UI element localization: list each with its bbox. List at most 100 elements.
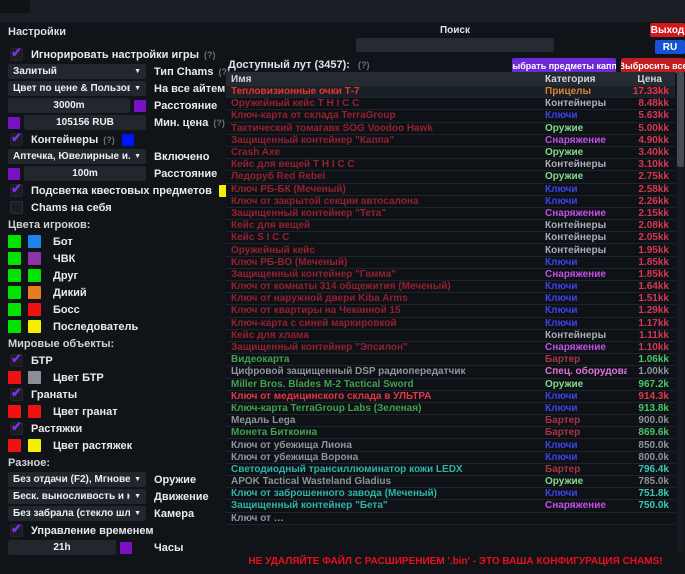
grenades-checkbox[interactable]	[10, 388, 23, 401]
drop-all-button[interactable]: Выбросить все	[621, 58, 685, 73]
table-row[interactable]: Монета БиткоинаБартер869.6k	[226, 427, 675, 439]
player-visible-color-swatch[interactable]	[8, 320, 21, 333]
search-input[interactable]	[356, 38, 554, 52]
containers-checkbox[interactable]	[10, 133, 23, 146]
scrollbar-thumb[interactable]	[677, 72, 684, 167]
ignore-game-settings-checkbox[interactable]	[10, 48, 23, 61]
table-scrollbar[interactable]	[677, 72, 684, 553]
table-row[interactable]: Ключ от …	[226, 513, 675, 525]
player-hidden-color-swatch[interactable]	[28, 320, 41, 333]
table-row[interactable]: Кейс для вещей T H I C CКонтейнеры3.10kk	[226, 159, 675, 171]
table-row[interactable]: Ключ от комнаты 314 общежития (Меченый)К…	[226, 281, 675, 293]
weapon-dropdown[interactable]: Без отдачи (F2), Мгновенное п	[8, 472, 146, 487]
btr-color-swatch-1[interactable]	[8, 371, 21, 384]
player-hidden-color-swatch[interactable]	[28, 269, 41, 282]
color-mode-dropdown[interactable]: Цвет по цене & Пользователь	[8, 81, 146, 96]
table-row[interactable]: Кейс S I C CКонтейнеры2.05kk	[226, 232, 675, 244]
distance-input[interactable]	[8, 98, 130, 113]
loot-filter-dropdown[interactable]: Аптечка, Ювелирные и...	[8, 149, 146, 164]
player-visible-color-swatch[interactable]	[8, 235, 21, 248]
distance-color-swatch[interactable]	[134, 100, 146, 112]
time-control-row: Управление временем	[8, 522, 234, 539]
table-row[interactable]: Защищенный контейнер "Гамма"Снаряжение1.…	[226, 269, 675, 281]
player-hidden-color-swatch[interactable]	[28, 286, 41, 299]
player-visible-color-swatch[interactable]	[8, 286, 21, 299]
grenades-color-swatch-1[interactable]	[8, 405, 21, 418]
select-kappa-button[interactable]: Выбрать предметы каппа	[512, 58, 616, 73]
table-row[interactable]: Ключ от квартиры на Чеканной 15Ключи1.29…	[226, 305, 675, 317]
table-row[interactable]: Цифровой защищенный DSP радиопередатчикС…	[226, 366, 675, 378]
tripwires-label: Растяжки	[31, 423, 82, 435]
table-row[interactable]: Оружейный кейс T H I C CКонтейнеры8.48kk	[226, 98, 675, 110]
table-row[interactable]: Ключ-карта с синей маркировкойКлючи1.17k…	[226, 318, 675, 330]
table-row[interactable]: Ключ от убежища ВоронаКлючи800.0k	[226, 452, 675, 464]
min-price-color-swatch[interactable]	[8, 117, 20, 129]
language-button[interactable]: RU	[655, 40, 685, 54]
table-row[interactable]: Тактический томагавк SOG Voodoo HawkОруж…	[226, 123, 675, 135]
player-hidden-color-swatch[interactable]	[28, 252, 41, 265]
table-row[interactable]: Ледоруб Red RebelОружие2.75kk	[226, 171, 675, 183]
chams-type-dropdown[interactable]: Залитый	[8, 64, 146, 79]
hours-input[interactable]	[8, 540, 116, 555]
loot-distance-input[interactable]	[24, 166, 146, 181]
player-hidden-color-swatch[interactable]	[28, 235, 41, 248]
table-row[interactable]: Ключ-карта TerraGroup Labs (Зеленая)Ключ…	[226, 403, 675, 415]
help-hint[interactable]: (?)	[204, 50, 216, 60]
item-name: Светодиодный трансиллюминатор кожи LEDX	[226, 464, 545, 475]
chams-self-label: Chams на себя	[31, 202, 112, 214]
table-row[interactable]: ВидеокартаБартер1.06kk	[226, 354, 675, 366]
containers-color-swatch[interactable]	[122, 134, 134, 146]
help-hint[interactable]: (?)	[358, 60, 370, 70]
min-price-input[interactable]	[24, 115, 146, 130]
table-row[interactable]: Защищенный контейнер "Бета"Снаряжение750…	[226, 500, 675, 512]
camera-dropdown[interactable]: Без забрала (стекло шлема)	[8, 506, 146, 521]
table-row[interactable]: Ключ РБ-ВО (Меченый)Ключи1.85kk	[226, 257, 675, 269]
player-hidden-color-swatch[interactable]	[28, 303, 41, 316]
table-row[interactable]: APOK Tactical Wasteland GladiusОружие785…	[226, 476, 675, 488]
table-row[interactable]: Защищенный контейнер "Тета"Снаряжение2.1…	[226, 208, 675, 220]
item-category: Ключи	[545, 318, 627, 329]
table-row[interactable]: Кейс для хламаКонтейнеры1.11kk	[226, 330, 675, 342]
hours-color-swatch[interactable]	[120, 542, 132, 554]
movement-dropdown[interactable]: Беск. выносливость и нет уста	[8, 489, 146, 504]
grenades-color-swatch-2[interactable]	[28, 405, 41, 418]
item-price: 2.08kk	[627, 220, 675, 231]
table-row[interactable]: Miller Bros. Blades M-2 Tactical SwordОр…	[226, 379, 675, 391]
chams-self-checkbox[interactable]	[10, 201, 23, 214]
player-visible-color-swatch[interactable]	[8, 269, 21, 282]
table-row[interactable]: Тепловизионные очки Т-7Прицелы17.33kk	[226, 86, 675, 98]
table-row[interactable]: Ключ от медицинского склада в УЛЬТРАКлюч…	[226, 391, 675, 403]
column-header-category[interactable]: Категория	[545, 74, 627, 85]
table-row[interactable]: Защищенный контейнер "Каппа"Снаряжение4.…	[226, 135, 675, 147]
table-row[interactable]: Оружейный кейсКонтейнеры1.95kk	[226, 244, 675, 256]
containers-row: Контейнеры (?)	[8, 131, 234, 148]
player-visible-color-swatch[interactable]	[8, 303, 21, 316]
table-row[interactable]: Ключ от закрытой секции автосалонаКлючи2…	[226, 196, 675, 208]
quest-highlight-checkbox[interactable]	[10, 184, 23, 197]
loot-distance-color-swatch[interactable]	[8, 168, 20, 180]
tripwires-color-swatch-1[interactable]	[8, 439, 21, 452]
btr-checkbox[interactable]	[10, 354, 23, 367]
help-hint[interactable]: (?)	[103, 135, 115, 145]
table-row[interactable]: Ключ-карта от склада TerraGroupКлючи5.63…	[226, 110, 675, 122]
table-row[interactable]: Crash AxeОружие3.40kk	[226, 147, 675, 159]
player-visible-color-swatch[interactable]	[8, 252, 21, 265]
table-row[interactable]: Ключ РБ-БК (Меченый)Ключи2.58kk	[226, 184, 675, 196]
tripwires-color-swatch-2[interactable]	[28, 439, 41, 452]
item-category: Контейнеры	[545, 330, 627, 341]
table-row[interactable]: Ключ от наружной двери Kiba ArmsКлючи1.5…	[226, 293, 675, 305]
table-row[interactable]: Ключ от заброшенного завода (Меченый)Клю…	[226, 488, 675, 500]
column-header-name[interactable]: Имя	[226, 74, 545, 85]
exit-button[interactable]: Выход	[650, 23, 685, 37]
table-row[interactable]: Кейс для вещейКонтейнеры2.08kk	[226, 220, 675, 232]
btr-color-swatch-2[interactable]	[28, 371, 41, 384]
table-row[interactable]: Защищенный контейнер "Эпсилон"Снаряжение…	[226, 342, 675, 354]
tripwires-checkbox[interactable]	[10, 422, 23, 435]
table-row[interactable]: Медаль LegaБартер900.0k	[226, 415, 675, 427]
help-hint[interactable]: (?)	[213, 118, 225, 128]
table-row[interactable]: Ключ от убежища ЛионаКлючи850.0k	[226, 439, 675, 451]
column-header-price[interactable]: Цена	[627, 74, 675, 85]
table-row[interactable]: Светодиодный трансиллюминатор кожи LEDXБ…	[226, 464, 675, 476]
loot-filter-label: Включено	[154, 151, 209, 163]
time-control-checkbox[interactable]	[10, 524, 23, 537]
